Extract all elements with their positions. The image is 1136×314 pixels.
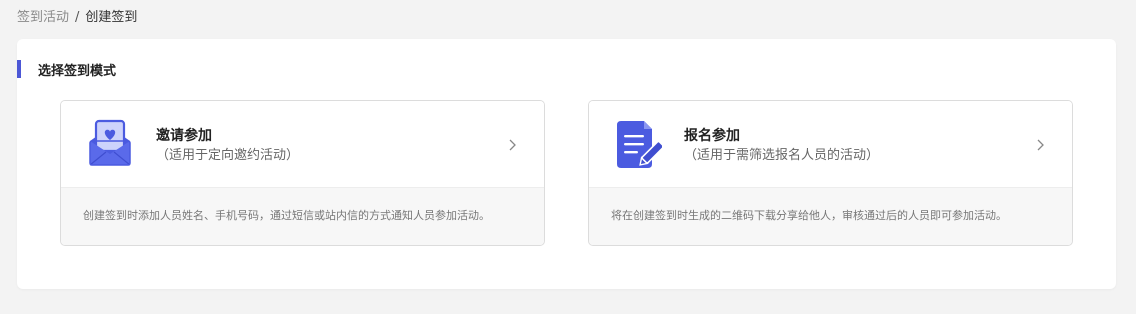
breadcrumb: 签到活动 / 创建签到 [17,9,137,27]
invite-mode-title: 邀请参加 [156,128,212,144]
section-title: 选择签到模式 [38,63,117,79]
section-header: 选择签到模式 [17,60,117,79]
breadcrumb-current: 创建签到 [85,10,138,25]
registration-mode-description: 将在创建签到时生成的二维码下载分享给他人，审核通过后的人员即可参加活动。 [589,187,1072,245]
registration-mode-subtitle: （适用于需筛选报名人员的活动） [684,148,880,163]
envelope-heart-icon [86,119,134,169]
registration-mode-card-header[interactable]: 报名参加 （适用于需筛选报名人员的活动） [589,101,1072,187]
invite-mode-description: 创建签到时添加人员姓名、手机号码，通过短信或站内信的方式通知人员参加活动。 [61,187,544,245]
chevron-right-icon[interactable] [1034,137,1046,151]
breadcrumb-link-sign-in-activities[interactable]: 签到活动 [17,9,69,27]
document-edit-icon [614,119,665,169]
invite-mode-card[interactable]: 邀请参加 （适用于定向邀约活动） 创建签到时添加人员姓名、手机号码，通过短信或站… [60,100,545,246]
chevron-right-icon[interactable] [506,137,518,151]
section-accent-bar [17,60,21,78]
invite-mode-subtitle: （适用于定向邀约活动） [156,148,300,163]
registration-mode-card[interactable]: 报名参加 （适用于需筛选报名人员的活动） 将在创建签到时生成的二维码下载分享给他… [588,100,1073,246]
registration-mode-title: 报名参加 [684,128,740,144]
breadcrumb-separator: / [75,10,80,25]
mode-selection-panel: 选择签到模式 邀请参加 （适用于定向邀约活动） 创建签到时添加人员姓名、手机号码… [17,39,1116,289]
invite-mode-card-header[interactable]: 邀请参加 （适用于定向邀约活动） [61,101,544,187]
